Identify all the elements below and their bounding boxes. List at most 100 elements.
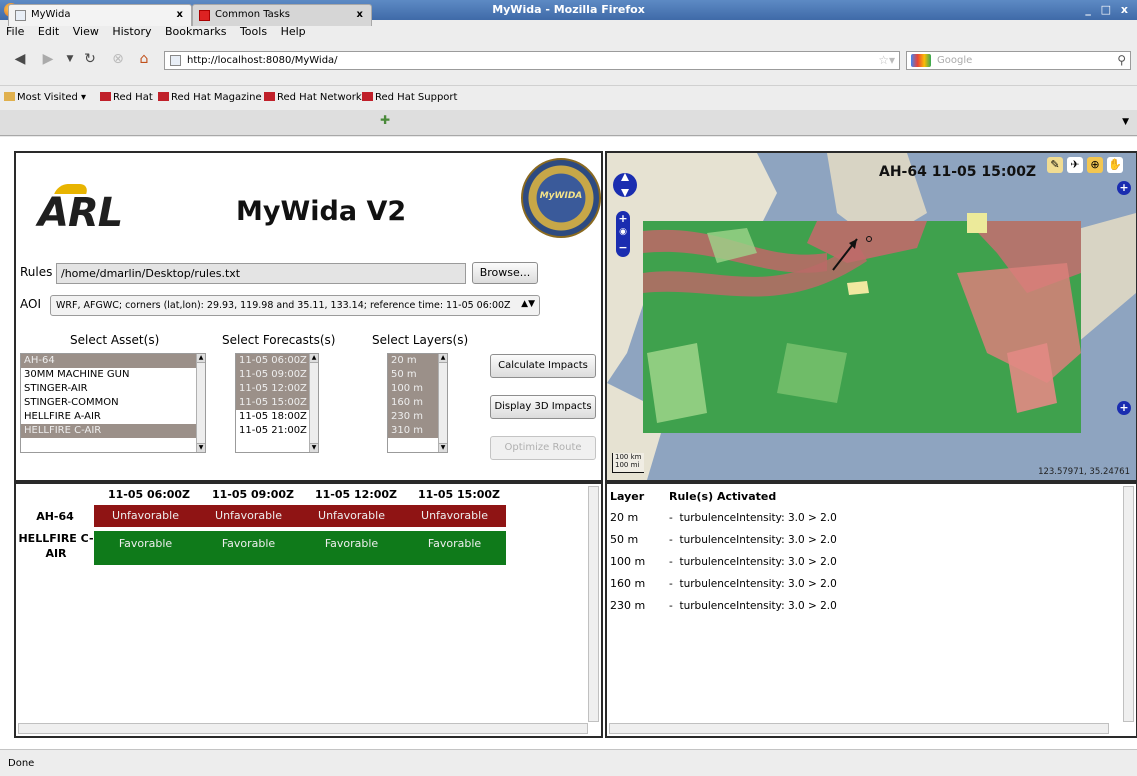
folder-icon [4, 92, 15, 101]
scroll-up-icon[interactable]: ▲ [439, 354, 447, 363]
url-text: http://localhost:8080/MyWida/ [187, 55, 338, 66]
vertical-scrollbar[interactable] [588, 486, 599, 722]
list-option[interactable]: HELLFIRE C-AIR [21, 424, 205, 438]
scroll-up-icon[interactable]: ▲ [310, 354, 318, 363]
assets-listbox[interactable]: AH-64 30MM MACHINE GUN STINGER-AIR STINGER-… [20, 353, 206, 453]
list-option[interactable]: 30MM MACHINE GUN [21, 368, 205, 382]
search-icon[interactable]: ⚲ [1117, 53, 1126, 67]
list-option[interactable]: AH-64 [21, 354, 205, 368]
scroll-down-icon[interactable]: ▼ [197, 443, 205, 452]
zoom-control[interactable]: + ◉ − [616, 211, 630, 257]
display-3d-impacts-button[interactable]: Display 3D Impacts [490, 395, 596, 419]
control-panel: ARL MyWida V2 MyWIDA Rules /home/dmarlin… [14, 151, 603, 482]
tab-list-icon[interactable]: ▼ [1122, 117, 1129, 127]
pan-hand-tool-icon[interactable]: ✋ [1107, 157, 1123, 173]
rules-file-field[interactable]: /home/dmarlin/Desktop/rules.txt [56, 263, 466, 284]
calculate-impacts-button[interactable]: Calculate Impacts [490, 354, 596, 378]
target-tool-icon[interactable]: ⊕ [1087, 157, 1103, 173]
rule-text-value: turbulenceIntensity: 3.0 > 2.0 [679, 556, 837, 568]
url-bar[interactable]: http://localhost:8080/MyWida/ ☆▾ [164, 51, 900, 70]
bookmark-red-hat-magazine[interactable]: Red Hat Magazine [158, 92, 262, 103]
scroll-down-icon[interactable]: ▼ [310, 443, 318, 452]
rule-text-value: turbulenceIntensity: 3.0 > 2.0 [679, 534, 837, 546]
horizontal-scrollbar[interactable] [18, 723, 588, 734]
zoom-out-icon[interactable]: − [616, 241, 630, 254]
close-tab-icon[interactable]: x [177, 9, 183, 20]
tab-common-tasks[interactable]: Common Tasks x [192, 4, 372, 26]
list-option[interactable]: 11-05 06:00Z [236, 354, 318, 368]
impact-cell: Unfavorable [197, 505, 300, 527]
map-canvas[interactable] [607, 153, 1136, 480]
scrollbar[interactable]: ▲ ▼ [438, 354, 447, 452]
browse-button[interactable]: Browse... [472, 262, 538, 284]
impact-band [777, 343, 847, 403]
forward-icon[interactable]: ▶ [38, 50, 58, 68]
rule-layer: 50 m [610, 533, 639, 546]
impact-time-header: 11-05 12:00Z [315, 488, 398, 501]
search-engine-icon[interactable] [911, 54, 931, 67]
impact-time-header: 11-05 09:00Z [212, 488, 295, 501]
impact-band [967, 213, 987, 233]
impacts-panel: 11-05 06:00Z 11-05 09:00Z 11-05 12:00Z 1… [14, 482, 603, 738]
tab-label: MyWida [31, 9, 71, 20]
impact-map[interactable]: + ◉ − AH-64 11-05 15:00Z ✎ ✈ ⊕ ✋ + + 100… [607, 153, 1136, 480]
aircraft-tool-icon[interactable]: ✈ [1067, 157, 1083, 173]
list-option[interactable]: 11-05 12:00Z [236, 382, 318, 396]
tab-mywida[interactable]: MyWida x [8, 4, 192, 26]
scale-km-label: 100 km [615, 453, 642, 461]
layers-listbox[interactable]: 20 m 50 m 100 m 160 m 230 m 310 m ▲ ▼ [387, 353, 448, 453]
expand-layer-switcher-icon[interactable]: + [1117, 181, 1131, 195]
list-option[interactable]: 11-05 21:00Z [236, 424, 318, 438]
list-option[interactable]: HELLFIRE A-AIR [21, 410, 205, 424]
zoom-world-icon[interactable]: ◉ [616, 227, 630, 237]
scroll-down-icon[interactable]: ▼ [439, 443, 447, 452]
tab-page-icon [199, 10, 210, 21]
forecasts-listbox[interactable]: 11-05 06:00Z 11-05 09:00Z 11-05 12:00Z 11-0… [235, 353, 319, 453]
tab-page-icon [15, 10, 26, 21]
expand-overview-icon[interactable]: + [1117, 401, 1131, 415]
horizontal-scrollbar[interactable] [609, 723, 1109, 734]
scroll-up-icon[interactable]: ▲ [197, 354, 205, 363]
bookmark-star-icon[interactable]: ☆▾ [878, 53, 895, 67]
list-option[interactable]: STINGER-AIR [21, 382, 205, 396]
home-icon[interactable]: ⌂ [134, 50, 154, 68]
bookmarks-toolbar: Most Visited ▾ Red Hat Red Hat Magazine … [0, 86, 1137, 110]
history-dropdown-icon[interactable]: ▼ [60, 50, 80, 68]
bookmark-red-hat-support[interactable]: Red Hat Support [362, 92, 457, 103]
bookmark-red-hat[interactable]: Red Hat [100, 92, 153, 103]
bookmark-red-hat-network[interactable]: Red Hat Network [264, 92, 362, 103]
close-tab-icon[interactable]: x [357, 9, 363, 20]
back-icon[interactable]: ◀ [10, 50, 30, 68]
search-box[interactable]: Google ⚲ [906, 51, 1131, 70]
navigation-toolbar: ◀ ▶ ▼ ↻ ⊗ ⌂ http://localhost:8080/MyWida… [0, 42, 1137, 86]
site-icon [170, 55, 181, 66]
window-controls[interactable]: _ □ x [1085, 3, 1131, 16]
layer-column-header: Layer [610, 490, 645, 503]
list-option[interactable]: STINGER-COMMON [21, 396, 205, 410]
map-title: AH-64 11-05 15:00Z [879, 164, 1037, 180]
select-arrow-icon: ▲▼ [521, 299, 535, 309]
bookmark-most-visited[interactable]: Most Visited ▾ [4, 92, 86, 103]
stop-icon[interactable]: ⊗ [108, 50, 128, 68]
scrollbar[interactable]: ▲ ▼ [196, 354, 205, 452]
rules-label: Rules [20, 265, 53, 279]
arl-logo: ARL [38, 190, 123, 236]
aoi-select[interactable]: WRF, AFGWC; corners (lat,lon): 29.93, 11… [50, 295, 540, 316]
aoi-selected-value: WRF, AFGWC; corners (lat,lon): 29.93, 11… [56, 300, 511, 311]
list-option[interactable]: 11-05 18:00Z [236, 410, 318, 424]
rule-layer: 160 m [610, 577, 646, 590]
list-option[interactable]: 11-05 09:00Z [236, 368, 318, 382]
rule-text-value: turbulenceIntensity: 3.0 > 2.0 [679, 578, 837, 590]
zoom-in-icon[interactable]: + [616, 212, 630, 225]
new-tab-icon[interactable]: ✚ [380, 113, 390, 127]
rule-layer: 20 m [610, 511, 639, 524]
scale-bar: 100 km 100 mi [612, 453, 644, 473]
list-option[interactable]: 11-05 15:00Z [236, 396, 318, 410]
optimize-route-button[interactable]: Optimize Route [490, 436, 596, 460]
vertical-scrollbar[interactable] [1123, 486, 1134, 722]
bookmark-label: Red Hat Magazine [171, 92, 262, 103]
rule-layer: 230 m [610, 599, 646, 612]
navigate-tool-icon[interactable]: ✎ [1047, 157, 1063, 173]
scrollbar[interactable]: ▲ ▼ [309, 354, 318, 452]
reload-icon[interactable]: ↻ [80, 50, 100, 68]
